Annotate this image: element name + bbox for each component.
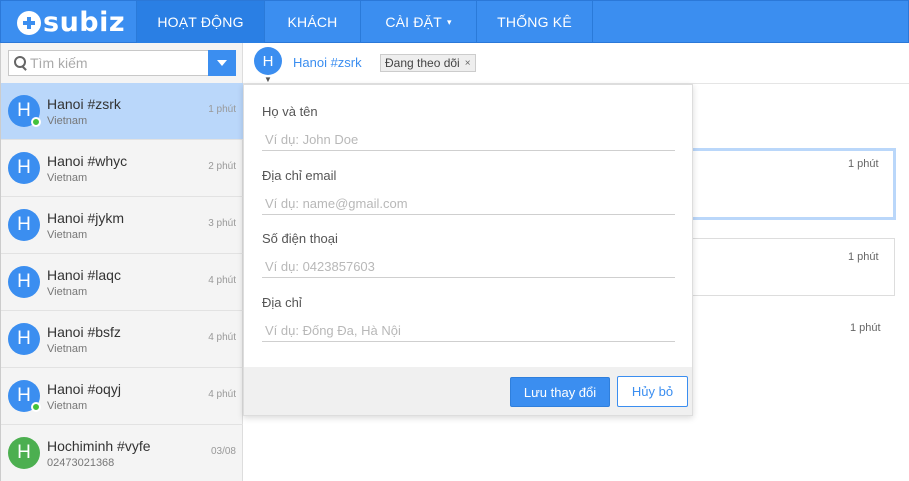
search-box [8, 50, 236, 76]
phone-field[interactable] [262, 256, 675, 278]
message-card: 1 phút [660, 238, 895, 296]
conversation-time: 2 phút [208, 161, 236, 172]
main-nav: HOẠT ĐỘNG KHÁCH CÀI ĐẶT ▾ THỐNG KÊ [136, 1, 593, 44]
conversation-time: 4 phút [208, 275, 236, 286]
top-navigation-bar: subiz HOẠT ĐỘNG KHÁCH CÀI ĐẶT ▾ THỐNG KÊ [0, 0, 909, 43]
email-field-group: Địa chỉ email [262, 168, 675, 215]
conversation-phone: 02473021368 [47, 457, 115, 469]
conversation-location: Vietnam [47, 343, 88, 355]
logo-text: subiz [43, 7, 126, 38]
conversation-time: 3 phút [208, 218, 236, 229]
conversation-item[interactable]: H Hanoi #bsfz Vietnam 4 phút [1, 311, 243, 368]
save-button[interactable]: Lưu thay đổi [510, 377, 610, 407]
avatar: H [8, 95, 41, 127]
avatar: H [8, 380, 41, 412]
conversation-time: 4 phút [208, 332, 236, 343]
phone-field-group: Số điện thoại [262, 231, 675, 278]
conversation-sidebar: H Hanoi #zsrk Vietnam 1 phút H Hanoi #wh… [0, 43, 243, 481]
message-time: 1 phút [848, 158, 879, 170]
cancel-button[interactable]: Hủy bỏ [617, 376, 688, 407]
nav-activity-label: HOẠT ĐỘNG [157, 14, 244, 30]
nav-settings[interactable]: CÀI ĐẶT ▾ [360, 1, 476, 43]
message-card: 1 phút [660, 148, 896, 220]
form-footer: Lưu thay đổi Hủy bỏ [244, 367, 692, 415]
conversation-location: Vietnam [47, 400, 88, 412]
conversation-time: 4 phút [208, 389, 236, 400]
conversation-name: Hanoi #laqc [47, 267, 121, 283]
nav-settings-label: CÀI ĐẶT [385, 14, 442, 30]
conversation-item[interactable]: H Hanoi #oqyj Vietnam 4 phút [1, 368, 243, 425]
message-time: 1 phút [848, 251, 879, 263]
close-icon[interactable]: × [465, 58, 471, 69]
conversation-name: Hanoi #oqyj [47, 381, 121, 397]
online-status-icon [31, 117, 41, 127]
conversation-location: Vietnam [47, 286, 88, 298]
search-icon [12, 54, 30, 72]
address-label: Địa chỉ [262, 295, 302, 310]
search-filter-button[interactable] [208, 50, 236, 76]
conversation-list: H Hanoi #zsrk Vietnam 1 phút H Hanoi #wh… [1, 83, 243, 481]
conversation-name: Hanoi #bsfz [47, 324, 121, 340]
edit-visitor-form: Họ và tên Địa chỉ email Số điện thoại Đị… [243, 84, 693, 416]
nav-visitors-label: KHÁCH [287, 14, 338, 30]
conversation-location: Vietnam [47, 172, 88, 184]
address-field-group: Địa chỉ [262, 295, 675, 342]
chevron-down-icon: ▾ [446, 16, 452, 27]
conversation-name: Hanoi #zsrk [47, 96, 121, 112]
avatar: H [8, 437, 40, 469]
name-field[interactable] [262, 129, 675, 151]
name-field-group: Họ và tên [262, 104, 675, 151]
avatar: H [8, 323, 40, 355]
email-field[interactable] [262, 193, 675, 215]
conversation-name: Hochiminh #vyfe [47, 438, 151, 454]
conversation-name: Hanoi #whyc [47, 153, 128, 169]
plus-logo-icon [17, 10, 41, 35]
conversation-item[interactable]: H Hanoi #jykm Vietnam 3 phút [1, 197, 243, 254]
conversation-item[interactable]: H Hanoi #whyc Vietnam 2 phút [1, 140, 243, 197]
conversation-item[interactable]: H Hanoi #laqc Vietnam 4 phút [1, 254, 243, 311]
avatar: H [8, 152, 40, 184]
header-avatar[interactable]: H [254, 47, 282, 75]
header-visitor-name[interactable]: Hanoi #zsrk [293, 55, 362, 70]
nav-activity[interactable]: HOẠT ĐỘNG [136, 1, 264, 43]
conversation-header: H ▼ Hanoi #zsrk Đang theo dõi × [243, 43, 909, 84]
nav-statistics-label: THỐNG KÊ [497, 14, 572, 30]
following-tag-label: Đang theo dõi [385, 56, 460, 70]
chevron-down-icon: ▼ [264, 75, 272, 84]
conversation-date: 03/08 [210, 446, 236, 457]
avatar: H [8, 266, 40, 298]
conversation-name: Hanoi #jykm [47, 210, 125, 226]
avatar: H [8, 209, 40, 241]
caret-down-icon [217, 60, 227, 66]
conversation-item[interactable]: H Hanoi #zsrk Vietnam 1 phút [1, 83, 243, 140]
nav-visitors[interactable]: KHÁCH [264, 1, 360, 43]
subiz-logo[interactable]: subiz [1, 1, 136, 44]
online-status-icon [31, 402, 41, 412]
conversation-location: Vietnam [47, 115, 88, 127]
conversation-time: 1 phút [208, 104, 236, 115]
search-input[interactable] [30, 55, 210, 71]
name-label: Họ và tên [262, 104, 318, 119]
email-label: Địa chỉ email [262, 168, 337, 183]
conversation-item[interactable]: H Hochiminh #vyfe 02473021368 03/08 [1, 425, 243, 481]
following-tag: Đang theo dõi × [380, 54, 476, 72]
nav-statistics[interactable]: THỐNG KÊ [476, 1, 593, 43]
message-time: 1 phút [850, 322, 881, 334]
address-field[interactable] [262, 320, 675, 342]
phone-label: Số điện thoại [262, 231, 338, 246]
conversation-location: Vietnam [47, 229, 88, 241]
